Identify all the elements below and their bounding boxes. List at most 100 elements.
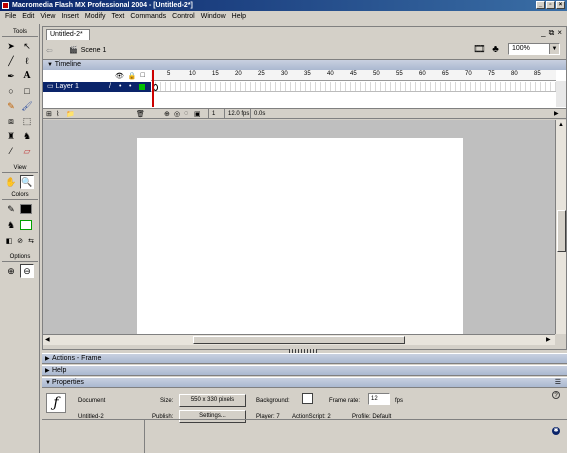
stage-vertical-scrollbar[interactable]: ▲ [555,120,566,334]
doc-close-icon[interactable]: × [557,29,562,37]
playhead[interactable] [152,70,154,107]
properties-panel-header[interactable]: ▼ Properties ☰ [42,377,567,388]
brush-tool-icon[interactable]: 🖌 [20,99,34,113]
visibility-dot[interactable]: • [119,82,121,92]
collapse-triangle-icon[interactable]: ▼ [45,378,51,388]
menu-edit[interactable]: Edit [19,11,37,22]
ruler-label: 50 [373,71,380,77]
onion-outline-icon[interactable]: ◌ [184,110,188,117]
fill-transform-tool-icon[interactable]: ⬚ [20,114,34,128]
elapsed-time: 0.0s [250,109,270,119]
ruler-label: 20 [235,71,242,77]
actions-panel-header[interactable]: ▶ Actions - Frame [42,353,567,364]
layer-color-swatch[interactable] [139,84,145,90]
ink-bottle-tool-icon[interactable]: ♜ [4,129,18,143]
panel-options-icon[interactable]: ☰ [555,378,561,388]
scene-icon: 🎬 [69,47,78,54]
fps-label: fps [395,398,404,404]
line-tool-icon[interactable]: ╱ [4,54,18,68]
layer-row[interactable]: ▭ Layer 1 / • • [43,82,151,92]
lasso-tool-icon[interactable]: ℓ [20,54,34,68]
chevron-down-icon[interactable]: ▼ [549,44,559,54]
scene-breadcrumb[interactable]: 🎬 Scene 1 [69,46,107,55]
eyedropper-tool-icon[interactable]: ⁄ [4,144,18,158]
hand-tool-icon[interactable]: ✋ [4,175,18,189]
edit-multiple-icon[interactable]: ▣ [194,110,201,118]
timeline-header[interactable]: ▼ Timeline [43,60,566,70]
menu-help[interactable]: Help [229,11,249,22]
lock-icon[interactable]: 🔒 [128,72,137,80]
expand-triangle-icon[interactable]: ▶ [45,366,50,376]
vertical-scroll-thumb[interactable] [557,210,566,252]
layer-name: Layer 1 [55,83,79,90]
eraser-tool-icon[interactable]: ▱ [20,144,34,158]
menu-commands[interactable]: Commands [127,11,169,22]
center-frame-icon[interactable]: ⊕ [164,110,170,118]
scroll-right-icon[interactable]: ▶ [554,109,559,119]
text-tool-icon[interactable]: A [20,69,34,83]
stage-horizontal-scrollbar[interactable]: ◀ ▶ [43,334,555,345]
pen-tool-icon[interactable]: ✒ [4,69,18,83]
ruler-label: 70 [465,71,472,77]
collapse-triangle-icon[interactable]: ▼ [47,62,53,68]
horizontal-scroll-thumb[interactable] [193,336,405,344]
edit-symbols-icon[interactable]: ♣ [489,43,502,56]
accessibility-icon[interactable]: ✱ [552,427,560,435]
oval-tool-icon[interactable]: ○ [4,84,18,98]
zoom-select[interactable]: 100% ▼ [508,43,560,55]
subselect-tool-icon[interactable]: ↖ [20,39,34,53]
arrow-tool-icon[interactable]: ➤ [4,39,18,53]
zoom-tool-icon[interactable]: 🔍 [20,175,34,189]
stage[interactable] [137,138,463,334]
menu-window[interactable]: Window [198,11,229,22]
scroll-left-icon[interactable]: ◀ [45,335,50,345]
show-hide-icon[interactable]: 👁 [115,72,124,80]
stroke-color-swatch[interactable] [20,204,32,214]
menu-view[interactable]: View [37,11,58,22]
menu-text[interactable]: Text [109,11,128,22]
stroke-color-icon[interactable]: ✎ [4,202,18,216]
insert-folder-icon[interactable]: 📁 [66,110,75,118]
pencil-tool-icon[interactable]: ✎ [4,99,18,113]
zoom-in-icon[interactable]: ⊕ [4,264,18,278]
fill-color-icon[interactable]: ♞ [4,218,18,232]
lock-dot[interactable]: • [129,82,131,92]
scroll-up-icon[interactable]: ▲ [558,120,564,130]
swap-colors-icon[interactable]: ⇆ [24,234,38,248]
zoom-out-icon[interactable]: ⊖ [20,264,34,278]
scene-name: Scene 1 [80,46,107,54]
menu-file[interactable]: File [2,11,19,22]
help-panel-header[interactable]: ▶ Help [42,365,567,376]
back-arrow-icon[interactable]: ⇦ [46,46,53,55]
menu-insert[interactable]: Insert [58,11,82,22]
doc-restore-icon[interactable]: ⧉ [549,29,555,37]
delete-layer-icon[interactable]: 🗑 [136,110,145,118]
help-icon[interactable]: ? [552,391,560,399]
scroll-right-icon[interactable]: ▶ [546,335,551,345]
fill-color-swatch[interactable] [20,220,32,230]
paint-bucket-tool-icon[interactable]: ♞ [20,129,34,143]
free-transform-tool-icon[interactable]: ⧈ [4,114,18,128]
size-button[interactable]: 550 x 330 pixels [179,394,246,407]
frame-rate-input[interactable]: 12 [368,393,390,405]
frame-ruler[interactable]: 5 10 15 20 25 30 35 40 45 50 55 60 65 70… [151,70,556,81]
timeline-scrollbar[interactable] [556,81,566,107]
add-guide-icon[interactable]: ⌇ [56,110,59,118]
minimize-button[interactable]: _ [536,1,545,9]
maximize-button[interactable]: ▫ [546,1,555,9]
background-color-swatch[interactable] [302,393,313,404]
menu-modify[interactable]: Modify [82,11,109,22]
properties-divider-vertical [144,419,145,453]
rectangle-tool-icon[interactable]: □ [20,84,34,98]
insert-layer-icon[interactable]: ⊞ [46,110,52,118]
doc-minimize-icon[interactable]: _ [541,29,545,37]
document-tab[interactable]: Untitled-2* [46,29,90,40]
expand-triangle-icon[interactable]: ▶ [45,354,50,364]
settings-button[interactable]: Settings... [179,410,246,423]
onion-skin-icon[interactable]: ◎ [174,110,180,118]
close-button[interactable]: × [556,1,565,9]
menu-control[interactable]: Control [169,11,198,22]
outline-icon[interactable]: □ [141,72,145,80]
layer-frames[interactable] [151,82,556,92]
edit-scene-icon[interactable]: 🎞 [473,43,486,56]
